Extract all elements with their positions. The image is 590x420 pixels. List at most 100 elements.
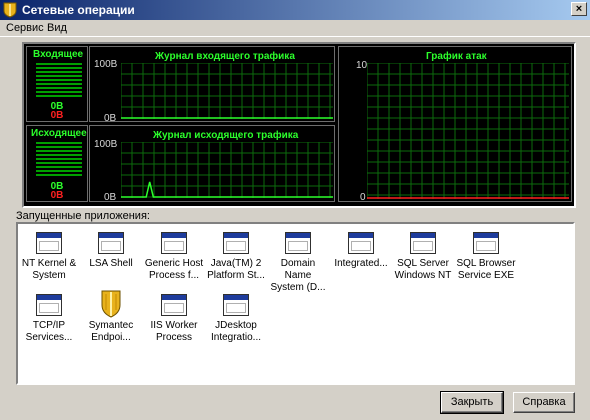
app-name-line2: Process f... bbox=[148, 270, 199, 281]
window-icon bbox=[472, 228, 500, 256]
outgoing-log-title: Журнал исходящего трафика bbox=[153, 130, 299, 141]
app-name-line1: TCP/IP bbox=[32, 320, 66, 331]
outgoing-label: Исходящее bbox=[31, 128, 87, 139]
window-icon bbox=[35, 290, 63, 318]
app-name-line2: Process bbox=[155, 332, 193, 343]
window-title: Сетевые операции bbox=[22, 3, 135, 17]
attack-graph-ymin: 0 bbox=[360, 192, 366, 203]
level-segment bbox=[36, 174, 82, 176]
window-icon bbox=[222, 290, 250, 318]
app-name-line1: SQL Browser bbox=[456, 258, 516, 269]
outgoing-log-ymin: 0B bbox=[104, 192, 117, 203]
attack-graph-panel: График атак 10 0 bbox=[338, 46, 572, 203]
incoming-log-ymin: 0B bbox=[104, 113, 117, 124]
window-icon bbox=[160, 228, 188, 256]
incoming-label: Входящее bbox=[33, 49, 84, 60]
app-item[interactable]: NT Kernel & System bbox=[18, 228, 80, 282]
level-segment bbox=[36, 91, 82, 93]
app-name-line2: System (D... bbox=[270, 282, 326, 293]
app-name-line1: Domain Name bbox=[280, 258, 316, 281]
incoming-meter: Входящее 0B 0B bbox=[26, 46, 88, 122]
help-button[interactable]: Справка bbox=[513, 392, 575, 413]
window-icon bbox=[409, 228, 437, 256]
menu-service[interactable]: Сервис bbox=[6, 22, 44, 34]
traffic-monitor: Входящее 0B 0B Журнал входящего трафика … bbox=[22, 42, 576, 208]
app-item[interactable]: SQL Browser Service EXE bbox=[455, 228, 517, 282]
app-name-line2: System bbox=[32, 270, 66, 281]
app-name-line2: Platform St... bbox=[207, 270, 265, 281]
app-item[interactable]: SQL Server Windows NT bbox=[392, 228, 454, 282]
incoming-level-bars bbox=[36, 63, 82, 99]
window-icon bbox=[97, 228, 125, 256]
level-segment bbox=[36, 71, 82, 73]
app-item[interactable]: TCP/IP Services... bbox=[18, 290, 80, 344]
app-name-line1: IIS Worker bbox=[150, 320, 198, 331]
level-segment bbox=[36, 63, 82, 65]
outgoing-log-graph bbox=[121, 142, 333, 198]
incoming-log-title: Журнал входящего трафика bbox=[155, 51, 295, 62]
shield-icon bbox=[3, 2, 17, 18]
traffic-series-line bbox=[121, 181, 333, 198]
app-name-line1: Java(TM) 2 bbox=[210, 258, 262, 269]
incoming-log-ymax: 100B bbox=[94, 59, 118, 70]
app-name-line2: Windows NT bbox=[394, 270, 452, 281]
incoming-value-red: 0B bbox=[50, 110, 64, 121]
menu-view[interactable]: Вид bbox=[47, 22, 67, 34]
app-item[interactable]: LSA Shell bbox=[80, 228, 142, 270]
level-segment bbox=[36, 150, 82, 152]
window-icon bbox=[35, 228, 63, 256]
level-segment bbox=[36, 67, 82, 69]
app-item[interactable]: Domain Name System (D... bbox=[267, 228, 329, 294]
app-item[interactable]: JDesktop Integratio... bbox=[205, 290, 267, 344]
window-icon bbox=[284, 228, 312, 256]
level-segment bbox=[36, 95, 82, 97]
level-segment bbox=[36, 79, 82, 81]
app-name-line2: Services... bbox=[25, 332, 73, 343]
app-name-line2: Integratio... bbox=[210, 332, 262, 343]
outgoing-log-panel: Журнал исходящего трафика 100B 0B bbox=[89, 125, 335, 203]
close-icon[interactable]: × bbox=[571, 2, 587, 16]
app-item[interactable]: Symantec Endpoi... bbox=[80, 290, 142, 344]
level-segment bbox=[36, 75, 82, 77]
shield-icon bbox=[97, 290, 125, 318]
level-segment bbox=[36, 142, 82, 144]
attack-graph bbox=[367, 63, 569, 199]
attack-graph-title: График атак bbox=[426, 51, 487, 62]
window-icon bbox=[222, 228, 250, 256]
app-name-line1: NT Kernel & bbox=[21, 258, 77, 269]
level-segment bbox=[36, 87, 82, 89]
running-apps-list: NT Kernel & System LSA Shell Generic Hos… bbox=[16, 222, 575, 385]
menu-bar: Сервис Вид bbox=[0, 20, 590, 37]
level-segment bbox=[36, 146, 82, 148]
title-bar: Сетевые операции × bbox=[0, 0, 590, 20]
app-name-line2: Service EXE bbox=[457, 270, 515, 281]
level-segment bbox=[36, 162, 82, 164]
level-segment bbox=[36, 83, 82, 85]
outgoing-meter: Исходящее 0B 0B bbox=[26, 125, 88, 202]
outgoing-level-bars bbox=[36, 142, 82, 178]
app-name-line1: Generic Host bbox=[144, 258, 204, 269]
close-button[interactable]: Закрыть bbox=[440, 391, 504, 414]
app-name-line1: SQL Server bbox=[397, 258, 449, 269]
app-item[interactable]: Generic Host Process f... bbox=[143, 228, 205, 282]
level-segment bbox=[36, 166, 82, 168]
window-icon bbox=[160, 290, 188, 318]
incoming-log-graph bbox=[121, 63, 333, 119]
app-item[interactable]: Java(TM) 2 Platform St... bbox=[205, 228, 267, 282]
app-name-line1: JDesktop bbox=[215, 320, 257, 331]
level-segment bbox=[36, 158, 82, 160]
outgoing-value-red: 0B bbox=[50, 190, 64, 201]
window-icon bbox=[347, 228, 375, 256]
running-apps-label: Запущенные приложения: bbox=[16, 210, 150, 222]
app-name-line1: LSA Shell bbox=[89, 258, 133, 269]
outgoing-log-ymax: 100B bbox=[94, 139, 118, 150]
level-segment bbox=[36, 170, 82, 172]
app-name-line2: Endpoi... bbox=[91, 332, 131, 343]
attack-graph-ymax: 10 bbox=[356, 60, 368, 71]
app-name-line1: Symantec bbox=[88, 320, 134, 331]
app-item[interactable]: IIS Worker Process bbox=[143, 290, 205, 344]
app-item[interactable]: Integrated... bbox=[330, 228, 392, 270]
app-name-line1: Integrated... bbox=[334, 258, 388, 269]
incoming-log-panel: Журнал входящего трафика 100B 0B bbox=[89, 46, 335, 124]
level-segment bbox=[36, 154, 82, 156]
